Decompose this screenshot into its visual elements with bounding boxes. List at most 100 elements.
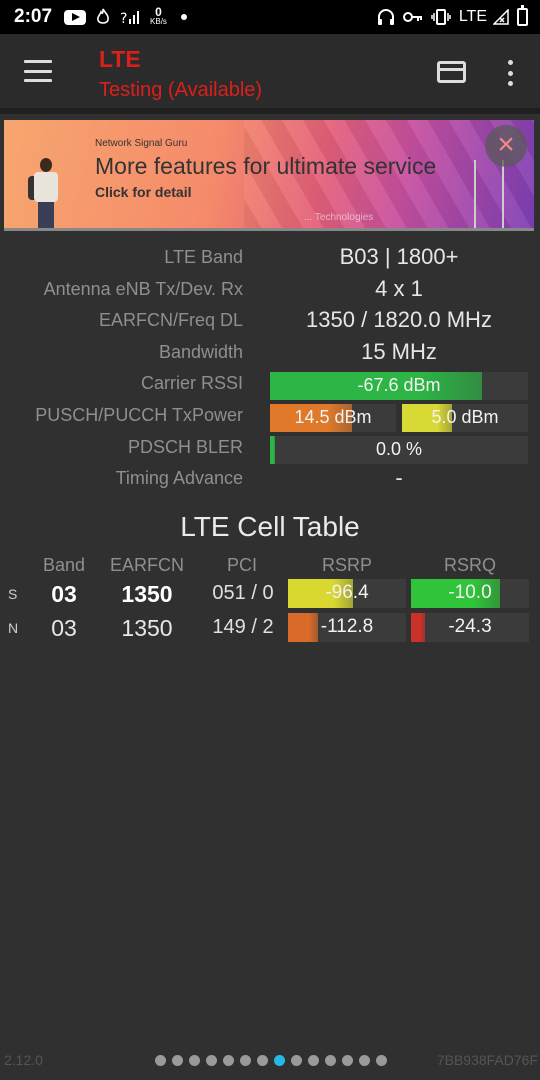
cell-band: 03 xyxy=(51,581,77,607)
table-row: N 03 1350 149 / 2 -112.8 -24.3 xyxy=(0,613,540,645)
page-dot[interactable] xyxy=(172,1055,183,1066)
page-dot[interactable] xyxy=(206,1055,217,1066)
bandwidth-value: 15 MHz xyxy=(361,338,437,364)
pusch-bar: 14.5 dBm xyxy=(270,403,396,432)
bler-value: 0.0 % xyxy=(375,438,423,459)
ad-tower-image xyxy=(474,160,504,228)
fire-icon xyxy=(96,8,110,26)
bler-bar: 0.0 % xyxy=(270,435,528,464)
page-dot-active[interactable] xyxy=(274,1055,285,1066)
page-dot[interactable] xyxy=(376,1055,387,1066)
signal-icon xyxy=(493,9,509,25)
status-time: 2:07 xyxy=(14,6,53,27)
vibrate-icon xyxy=(431,9,451,25)
txpower-label: PUSCH/PUCCH TxPower xyxy=(35,404,243,425)
table-row: S 03 1350 051 / 0 -96.4 -10.0 xyxy=(0,579,540,611)
page-subtitle: Testing (Available) xyxy=(99,79,263,101)
cell-band: 03 xyxy=(51,615,77,641)
row-type: S xyxy=(8,586,18,602)
page-dot[interactable] xyxy=(189,1055,200,1066)
band-label: LTE Band xyxy=(164,247,243,267)
headset-icon xyxy=(377,8,395,26)
info-row-bler: PDSCH BLER 0.0 % xyxy=(0,432,540,464)
key-icon xyxy=(402,11,423,23)
page-dot[interactable] xyxy=(325,1055,336,1066)
rssi-label: Carrier RSSI xyxy=(140,373,243,394)
rsrp-bar: -112.8 xyxy=(288,613,406,642)
youtube-icon xyxy=(64,9,87,25)
info-row-rssi: Carrier RSSI -67.6 dBm xyxy=(0,368,540,401)
battery-icon xyxy=(517,5,528,26)
header-rsrp: RSRP xyxy=(321,555,372,575)
page-indicator[interactable] xyxy=(155,1055,393,1066)
info-row-timing-advance: Timing Advance - xyxy=(0,463,540,495)
rsrp-value: -112.8 xyxy=(320,616,374,637)
header-pci: PCI xyxy=(226,555,257,575)
network-speed: 0 KB/s xyxy=(150,5,167,26)
timing-advance-label: Timing Advance xyxy=(115,468,243,489)
page-title: LTE xyxy=(99,46,141,72)
antenna-label: Antenna eNB Tx/Dev. Rx xyxy=(43,278,243,299)
page-dot[interactable] xyxy=(342,1055,353,1066)
info-row-bandwidth: Bandwidth 15 MHz xyxy=(0,337,540,369)
pucch-value: 5.0 dBm xyxy=(431,406,499,427)
rsrq-value: -10.0 xyxy=(448,582,492,603)
header-band: Band xyxy=(42,555,86,575)
header-earfcn: EARFCN xyxy=(109,555,184,575)
dot-icon xyxy=(180,14,187,20)
card-icon[interactable] xyxy=(437,61,466,83)
cell-earfcn: 1350 xyxy=(121,615,173,641)
page-dot[interactable] xyxy=(155,1055,166,1066)
page-dot[interactable] xyxy=(257,1055,268,1066)
rsrp-bar: -96.4 xyxy=(288,579,406,608)
menu-icon[interactable] xyxy=(24,60,52,82)
app-version: 2.12.0 xyxy=(4,1052,43,1068)
header-rsrq: RSRQ xyxy=(443,555,496,575)
page-dot[interactable] xyxy=(359,1055,370,1066)
page-dot[interactable] xyxy=(223,1055,234,1066)
band-value: B03 | 1800+ xyxy=(339,244,459,269)
rssi-value: -67.6 dBm xyxy=(357,375,441,396)
bler-label: PDSCH BLER xyxy=(127,436,243,457)
earfcn-value: 1350 / 1820.0 MHz xyxy=(306,307,492,333)
antenna-value: 4 x 1 xyxy=(375,275,423,301)
cell-pci: 149 / 2 xyxy=(212,616,274,638)
ad-person-image xyxy=(26,158,66,228)
ad-cta-link[interactable]: Click for detail xyxy=(95,184,191,200)
rsrq-bar: -24.3 xyxy=(411,613,529,642)
pucch-bar: 5.0 dBm xyxy=(402,403,528,432)
rssi-bar: -67.6 dBm xyxy=(270,372,528,401)
row-type: N xyxy=(8,620,19,636)
ad-brand: Network Signal Guru xyxy=(95,138,188,149)
network-type: LTE xyxy=(458,8,487,25)
svg-text:?: ? xyxy=(120,11,127,25)
rsrq-bar: -10.0 xyxy=(411,579,529,608)
ad-banner[interactable]: Network Signal Guru More features for ul… xyxy=(4,120,534,231)
app-bar-divider xyxy=(0,108,540,114)
device-id: 7BB938FAD76F xyxy=(436,1052,538,1068)
cell-table-title: LTE Cell Table xyxy=(180,511,360,542)
signal-question-icon: ? xyxy=(120,9,140,25)
app-bar: LTE Testing (Available) xyxy=(0,34,540,108)
info-row-antenna: Antenna eNB Tx/Dev. Rx 4 x 1 xyxy=(0,274,540,306)
close-icon[interactable]: × xyxy=(485,125,527,167)
ad-headline: More features for ultimate service xyxy=(95,153,437,179)
cell-pci: 051 / 0 xyxy=(212,582,274,604)
status-bar: 2:07 ? 0 KB/s LTE xyxy=(0,0,540,34)
ad-footer: ... Technologies xyxy=(304,212,374,223)
info-row-earfcn: EARFCN/Freq DL 1350 / 1820.0 MHz xyxy=(0,305,540,337)
more-options-icon[interactable] xyxy=(503,60,517,86)
page-dot[interactable] xyxy=(291,1055,302,1066)
page-dot[interactable] xyxy=(240,1055,251,1066)
pusch-value: 14.5 dBm xyxy=(294,406,372,427)
info-row-txpower: PUSCH/PUCCH TxPower 14.5 dBm 5.0 dBm xyxy=(0,400,540,432)
rsrp-value: -96.4 xyxy=(325,582,369,603)
bandwidth-label: Bandwidth xyxy=(158,341,243,362)
timing-advance-value: - xyxy=(395,465,403,491)
info-row-band: LTE Band B03 | 1800+ xyxy=(0,242,540,274)
rsrq-value: -24.3 xyxy=(448,616,492,637)
earfcn-label: EARFCN/Freq DL xyxy=(98,310,243,331)
page-dot[interactable] xyxy=(308,1055,319,1066)
cell-earfcn: 1350 xyxy=(121,581,173,607)
lte-info-panel: LTE Band B03 | 1800+ Antenna eNB Tx/Dev.… xyxy=(0,242,540,495)
